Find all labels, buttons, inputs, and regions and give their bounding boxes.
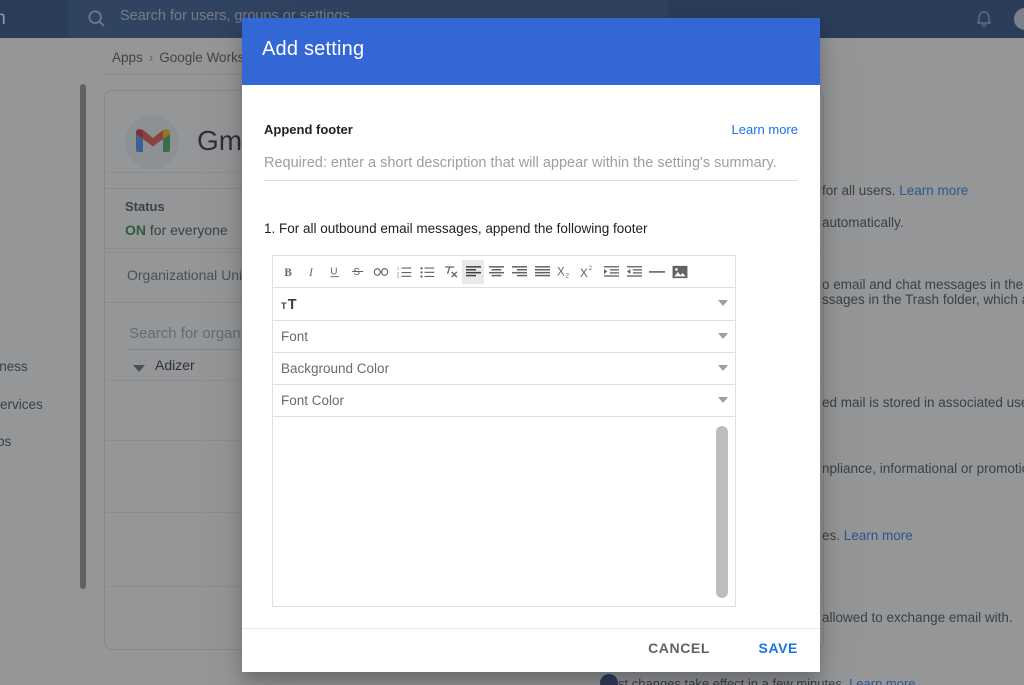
italic-icon[interactable]: I bbox=[301, 260, 323, 284]
svg-text:B: B bbox=[284, 267, 292, 279]
link-icon[interactable] bbox=[370, 260, 392, 284]
bold-icon[interactable]: B bbox=[278, 260, 300, 284]
chevron-down-icon bbox=[718, 333, 728, 339]
description-input[interactable]: Required: enter a short description that… bbox=[264, 155, 798, 181]
svg-text:T: T bbox=[288, 297, 297, 312]
svg-text:3: 3 bbox=[397, 275, 399, 279]
editor-toolbar-row-2: T T bbox=[272, 288, 736, 321]
description-underline bbox=[264, 180, 798, 181]
align-justify-icon[interactable] bbox=[531, 260, 553, 284]
add-setting-dialog: Add setting Append footer Learn more Req… bbox=[242, 18, 820, 672]
svg-text:S: S bbox=[353, 267, 360, 278]
learn-more-link[interactable]: Learn more bbox=[732, 122, 798, 137]
indent-increase-icon[interactable] bbox=[600, 260, 622, 284]
superscript-icon[interactable]: X2 bbox=[577, 260, 599, 284]
horizontal-rule-icon[interactable] bbox=[646, 260, 668, 284]
chevron-down-icon bbox=[718, 397, 728, 403]
dialog-title: Add setting bbox=[262, 38, 365, 60]
dialog-header: Add setting bbox=[242, 18, 820, 85]
svg-text:I: I bbox=[308, 267, 314, 279]
remove-formatting-icon[interactable] bbox=[439, 260, 461, 284]
svg-text:X: X bbox=[580, 268, 588, 279]
font-color-select[interactable]: Font Color bbox=[272, 385, 736, 417]
footer-divider bbox=[242, 628, 820, 629]
footer-content-editor[interactable] bbox=[272, 417, 736, 607]
background-color-select-label: Background Color bbox=[281, 361, 390, 376]
instruction-text: 1. For all outbound email messages, appe… bbox=[264, 221, 648, 236]
align-right-icon[interactable] bbox=[508, 260, 530, 284]
editor-scrollbar[interactable] bbox=[716, 426, 728, 598]
align-center-icon[interactable] bbox=[485, 260, 507, 284]
editor-toolbar-row-1: B I U S 1 2 3 X 2 X 2 bbox=[272, 255, 736, 288]
setting-name-label: Append footer bbox=[264, 122, 353, 137]
bulleted-list-icon[interactable] bbox=[416, 260, 438, 284]
font-select[interactable]: Font bbox=[272, 321, 736, 353]
cancel-button[interactable]: CANCEL bbox=[648, 640, 710, 656]
underline-icon[interactable]: U bbox=[324, 260, 346, 284]
align-left-icon[interactable] bbox=[462, 259, 484, 284]
svg-text:T: T bbox=[281, 301, 287, 311]
svg-text:X: X bbox=[557, 266, 565, 278]
dialog-footer: CANCEL SAVE bbox=[242, 628, 820, 672]
insert-image-icon[interactable] bbox=[669, 260, 691, 284]
subscript-icon[interactable]: X2 bbox=[554, 260, 576, 284]
svg-text:2: 2 bbox=[588, 265, 592, 272]
svg-text:2: 2 bbox=[565, 273, 569, 279]
font-size-icon[interactable]: T T bbox=[278, 292, 306, 316]
font-color-select-label: Font Color bbox=[281, 393, 345, 408]
background-color-select[interactable]: Background Color bbox=[272, 353, 736, 385]
strikethrough-icon[interactable]: S bbox=[347, 260, 369, 284]
dialog-body: Append footer Learn more Required: enter… bbox=[242, 85, 820, 628]
rich-text-editor: B I U S 1 2 3 X 2 X 2 T T Font Backgroun… bbox=[272, 255, 736, 608]
chevron-down-icon bbox=[718, 365, 728, 371]
indent-decrease-icon[interactable] bbox=[623, 260, 645, 284]
svg-text:1: 1 bbox=[397, 266, 399, 270]
save-button[interactable]: SAVE bbox=[759, 640, 799, 656]
screen: dmin Search for users, groups or setting… bbox=[0, 0, 1024, 685]
font-select-label: Font bbox=[281, 329, 309, 344]
numbered-list-icon[interactable]: 123 bbox=[393, 260, 415, 284]
toolbar-overflow-chevron-down-icon[interactable] bbox=[718, 300, 728, 306]
svg-text:U: U bbox=[330, 266, 337, 277]
